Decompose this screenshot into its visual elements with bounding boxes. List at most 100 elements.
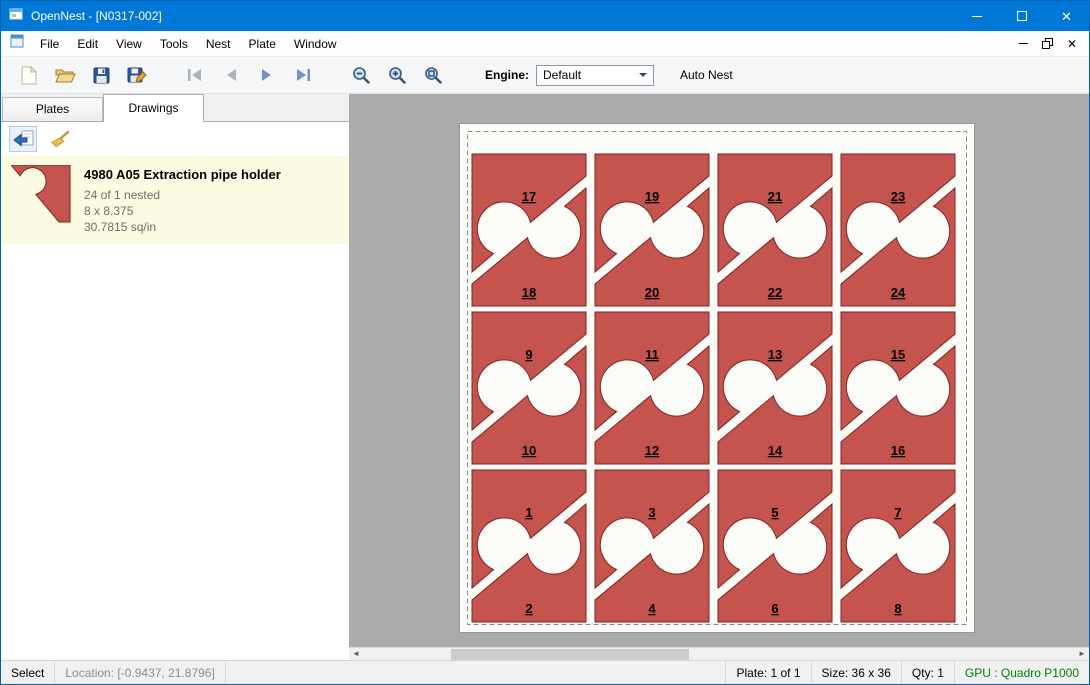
status-plate: Plate: 1 of 1 [725,661,810,684]
menu-item-nest[interactable]: Nest [197,32,240,56]
horizontal-scrollbar[interactable]: ◄ ► [349,647,1089,660]
nest-pair[interactable]: 1718 [472,154,586,306]
next-plate-icon [259,68,275,82]
tab-drawings[interactable]: Drawings [103,94,204,122]
part-number-label: 3 [648,505,655,520]
open-file-button[interactable] [47,60,83,90]
drawing-nested-count: 24 of 1 nested [84,187,281,203]
nest-canvas: 171819202122232491011121314151612345678 … [349,94,1089,660]
open-folder-icon [55,67,76,84]
menu-item-view[interactable]: View [107,32,151,56]
part-number-label: 12 [645,443,659,458]
part-number-label: 2 [525,601,532,616]
chevron-down-icon [639,73,647,77]
scroll-left-icon[interactable]: ◄ [349,648,363,660]
close-icon: ✕ [1061,10,1072,23]
tab-plates[interactable]: Plates [2,97,103,121]
part-number-label: 17 [522,189,536,204]
part-number-label: 9 [525,347,532,362]
menu-item-tools[interactable]: Tools [151,32,197,56]
broom-icon [50,130,70,148]
nest-pair[interactable]: 1920 [595,154,709,306]
drawing-size: 8 x 8.375 [84,203,281,219]
close-button[interactable]: ✕ [1044,1,1089,31]
part-number-label: 13 [768,347,782,362]
part-number-label: 15 [891,347,905,362]
nav-prev-button[interactable] [213,60,249,90]
menu-bar: FileEditViewToolsNestPlateWindow ✕ [1,31,1089,57]
mdi-minimize-button[interactable] [1019,43,1028,44]
zoom-fit-button[interactable] [415,60,451,90]
side-panel: Plates Drawings 4980 A0 [1,94,349,660]
save-button[interactable] [83,60,119,90]
mdi-restore-button[interactable] [1042,38,1053,49]
auto-nest-button[interactable]: Auto Nest [672,63,741,87]
part-number-label: 1 [525,505,532,520]
part-number-label: 4 [648,601,656,616]
nest-pair[interactable]: 11 12 [595,312,709,464]
nest-pair[interactable]: 56 [718,470,832,622]
part-number-label: 23 [891,189,905,204]
save-icon [93,67,110,84]
previous-plate-icon [223,68,239,82]
maximize-button[interactable] [999,1,1044,31]
nest-pair[interactable]: 34 [595,470,709,622]
app-icon[interactable] [8,6,24,27]
drawing-list-item[interactable]: 4980 A05 Extraction pipe holder 24 of 1 … [1,156,349,244]
nest-pair[interactable]: 78 [841,470,955,622]
status-gpu: GPU : Quadro P1000 [954,661,1089,684]
move-back-button[interactable] [9,126,37,152]
zoom-out-button[interactable] [343,60,379,90]
nest-pair[interactable]: 1516 [841,312,955,464]
part-number-label: 18 [522,285,536,300]
menu-item-file[interactable]: File [31,32,68,56]
scroll-right-icon[interactable]: ► [1075,648,1089,660]
menu-item-plate[interactable]: Plate [240,32,285,56]
title-bar: OpenNest - [N0317-002] ✕ [1,1,1089,31]
engine-value: Default [543,68,581,82]
nest-pair[interactable]: 23 24 [841,154,955,306]
zoom-fit-icon [424,66,443,85]
nest-pair[interactable]: 13 14 [718,312,832,464]
save-as-icon [127,66,147,84]
last-plate-icon [295,68,311,82]
minimize-button[interactable] [954,1,999,31]
maximize-icon [1017,11,1027,21]
status-location: Location: [-0.9437, 21.8796] [55,661,225,684]
nav-last-button[interactable] [285,60,321,90]
zoom-in-button[interactable] [379,60,415,90]
engine-select[interactable]: Default [536,65,654,86]
plate-sheet: 171819202122232491011121314151612345678 [459,123,975,633]
menu-items: FileEditViewToolsNestPlateWindow [31,32,346,56]
save-as-button[interactable] [119,60,155,90]
nest-pair[interactable]: 21 22 [718,154,832,306]
zoom-in-icon [388,66,407,85]
part-number-label: 24 [891,285,906,300]
part-number-label: 22 [768,285,782,300]
menu-item-edit[interactable]: Edit [68,32,107,56]
part-thumbnail [11,165,71,223]
nav-next-button[interactable] [249,60,285,90]
move-back-arrow-icon [13,130,34,148]
part-number-label: 21 [768,189,782,204]
mdi-restore-icon [1042,38,1053,49]
status-size: Size: 36 x 36 [811,661,901,684]
document-icon [9,33,25,54]
clear-button[interactable] [46,126,74,152]
nest-pair[interactable]: 910 [472,312,586,464]
part-number-label: 11 [645,347,659,362]
status-bar: Select Location: [-0.9437, 21.8796] Plat… [1,660,1089,684]
first-plate-icon [187,68,203,82]
scrollbar-thumb[interactable] [451,649,689,660]
drawing-title: 4980 A05 Extraction pipe holder [84,167,281,182]
mdi-close-button[interactable]: ✕ [1067,35,1077,53]
new-file-button[interactable] [11,60,47,90]
part-number-label: 7 [894,505,901,520]
app-window: OpenNest - [N0317-002] ✕ FileEditViewToo… [0,0,1090,685]
nest-pair[interactable]: 12 [472,470,586,622]
zoom-out-icon [352,66,371,85]
menu-item-window[interactable]: Window [285,32,346,56]
nav-first-button[interactable] [177,60,213,90]
part-number-label: 14 [768,443,783,458]
minimize-icon [972,16,982,17]
